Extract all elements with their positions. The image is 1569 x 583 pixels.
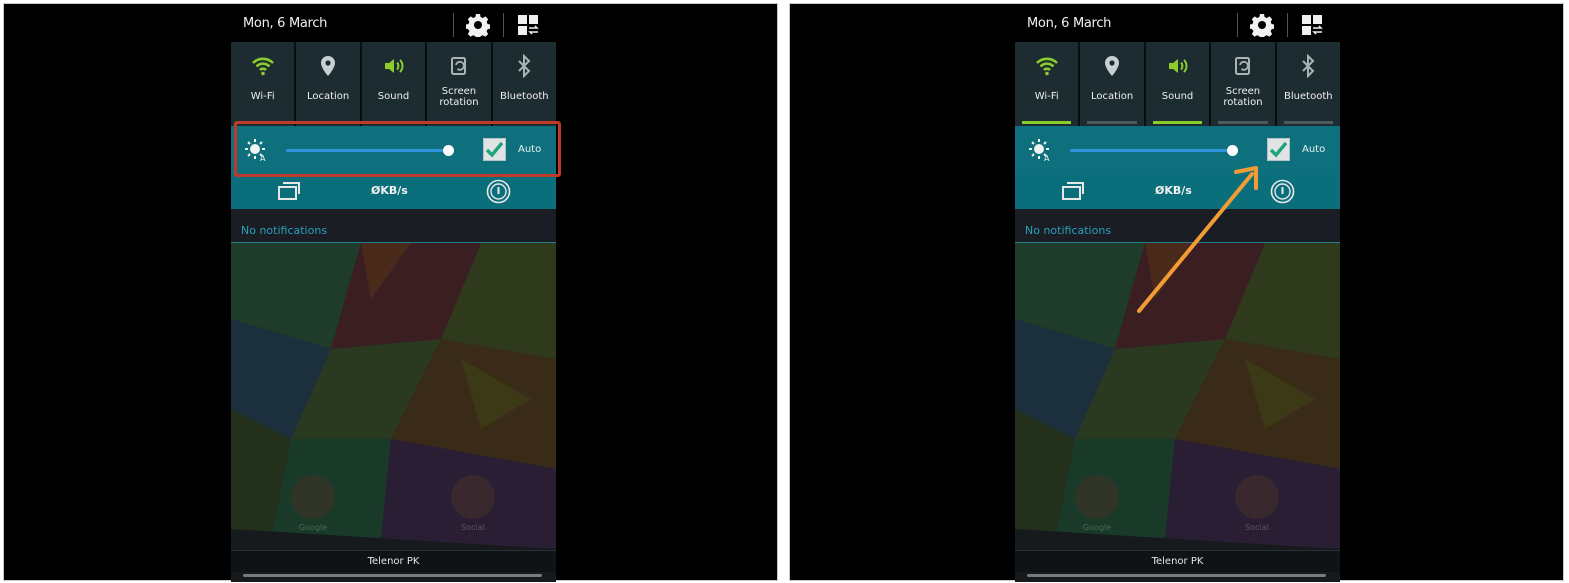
location-pin-icon xyxy=(321,56,336,76)
location-toggle[interactable]: Location xyxy=(296,42,360,126)
notification-shade: Mon, 6 March Wi-Fi Location Sound Screen… xyxy=(1015,4,1340,582)
bluetooth-icon xyxy=(1302,54,1315,78)
wallpaper-area: No notifications Google Social Telenor P… xyxy=(1015,209,1340,582)
screen-rotation-label: Screen rotation xyxy=(439,86,479,108)
network-row: ØKB/s xyxy=(1015,174,1340,209)
bluetooth-toggle[interactable]: Bluetooth xyxy=(1276,42,1340,126)
wallpaper-graphic xyxy=(1015,209,1340,582)
brightness-auto-icon: A xyxy=(1029,139,1050,162)
checkmark-icon xyxy=(1269,141,1288,158)
status-header: Mon, 6 March xyxy=(1015,4,1340,42)
gear-icon[interactable] xyxy=(1250,13,1274,37)
social-folder-label: Social xyxy=(461,523,485,532)
screen-rotation-icon xyxy=(1234,57,1250,75)
multi-window-icon[interactable] xyxy=(1061,181,1085,201)
brightness-row: A Auto xyxy=(1015,126,1340,174)
location-pin-icon xyxy=(1105,56,1120,76)
social-folder-icon xyxy=(1235,475,1279,519)
screen-rotation-toggle[interactable]: Screen rotation xyxy=(1211,42,1275,126)
shade-drag-handle[interactable] xyxy=(1027,574,1326,577)
divider xyxy=(1237,13,1238,37)
screen-rotation-toggle[interactable]: Screen rotation xyxy=(427,42,491,126)
notification-divider xyxy=(231,242,556,243)
location-label: Location xyxy=(1090,91,1134,102)
location-status-bar xyxy=(1087,121,1137,124)
network-speed: ØKB/s xyxy=(1155,184,1192,197)
sound-label: Sound xyxy=(1161,91,1194,102)
sound-toggle[interactable]: Sound xyxy=(1145,42,1210,126)
speaker-icon xyxy=(1168,59,1187,73)
power-saving-icon[interactable] xyxy=(1270,179,1295,204)
wifi-icon xyxy=(251,57,274,76)
bluetooth-status-bar xyxy=(1283,121,1334,124)
quick-settings-grid-icon[interactable] xyxy=(1301,14,1323,36)
bluetooth-label: Bluetooth xyxy=(500,91,549,102)
multi-window-icon[interactable] xyxy=(277,181,301,201)
wifi-icon xyxy=(1035,57,1058,76)
wifi-label: Wi-Fi xyxy=(1034,91,1059,102)
quick-settings-grid-icon[interactable] xyxy=(517,14,539,36)
power-saving-icon[interactable] xyxy=(486,179,511,204)
wifi-label: Wi-Fi xyxy=(250,91,275,102)
status-header: Mon, 6 March xyxy=(231,4,556,42)
no-notifications-text: No notifications xyxy=(1025,224,1112,237)
notification-shade: Mon, 6 March Wi-Fi Location Sound Screen… xyxy=(231,4,556,582)
social-folder-label: Social xyxy=(1245,523,1269,532)
carrier-label: Telenor PK xyxy=(231,550,556,572)
wifi-toggle[interactable]: Wi-Fi xyxy=(1015,42,1079,126)
wifi-toggle[interactable]: Wi-Fi xyxy=(231,42,295,126)
quick-toggle-row: Wi-Fi Location Sound Screen rotation Blu… xyxy=(1015,42,1340,126)
auto-brightness-checkbox[interactable] xyxy=(1267,138,1290,161)
rotation-status-bar xyxy=(1218,121,1268,124)
wallpaper-area: No notifications Google Social Telenor P… xyxy=(231,209,556,582)
auto-brightness-label: Auto xyxy=(1302,144,1326,155)
sound-toggle[interactable]: Sound xyxy=(361,42,426,126)
gear-icon[interactable] xyxy=(466,13,490,37)
screen-rotation-label: Screen rotation xyxy=(1223,86,1263,108)
home-folder-social: Social xyxy=(450,475,496,532)
bluetooth-toggle[interactable]: Bluetooth xyxy=(492,42,556,126)
home-folder-google: Google xyxy=(1074,475,1120,532)
screenshot-panel-left: Mon, 6 March Wi-Fi Location Sound Screen… xyxy=(3,3,778,582)
google-folder-label: Google xyxy=(298,523,328,532)
date-label: Mon, 6 March xyxy=(1027,16,1112,31)
social-folder-icon xyxy=(451,475,495,519)
network-speed: ØKB/s xyxy=(371,184,408,197)
google-folder-icon xyxy=(291,475,335,519)
speaker-icon xyxy=(384,59,403,73)
carrier-label: Telenor PK xyxy=(1015,550,1340,572)
bluetooth-icon xyxy=(518,54,531,78)
bluetooth-label: Bluetooth xyxy=(1284,91,1333,102)
location-toggle[interactable]: Location xyxy=(1080,42,1144,126)
sound-label: Sound xyxy=(377,91,410,102)
network-row: ØKB/s xyxy=(231,174,556,209)
brightness-highlight-box xyxy=(234,121,561,177)
home-folder-social: Social xyxy=(1234,475,1280,532)
home-folder-google: Google xyxy=(290,475,336,532)
divider xyxy=(453,13,454,37)
google-folder-icon xyxy=(1075,475,1119,519)
wifi-status-bar xyxy=(1022,121,1072,124)
sound-status-bar xyxy=(1152,121,1203,124)
notification-divider xyxy=(1015,242,1340,243)
svg-text:A: A xyxy=(1044,154,1050,162)
shade-drag-handle[interactable] xyxy=(243,574,542,577)
divider xyxy=(1287,13,1288,37)
google-folder-label: Google xyxy=(1082,523,1112,532)
screen-rotation-icon xyxy=(450,57,466,75)
screenshot-panel-right: Mon, 6 March Wi-Fi Location Sound Screen… xyxy=(789,3,1564,582)
brightness-slider-track[interactable] xyxy=(1070,149,1233,152)
no-notifications-text: No notifications xyxy=(241,224,328,237)
divider xyxy=(503,13,504,37)
wallpaper-graphic xyxy=(231,209,556,582)
brightness-slider-thumb[interactable] xyxy=(1227,145,1238,156)
location-label: Location xyxy=(306,91,350,102)
quick-toggle-row: Wi-Fi Location Sound Screen rotation Blu… xyxy=(231,42,556,126)
date-label: Mon, 6 March xyxy=(243,16,328,31)
